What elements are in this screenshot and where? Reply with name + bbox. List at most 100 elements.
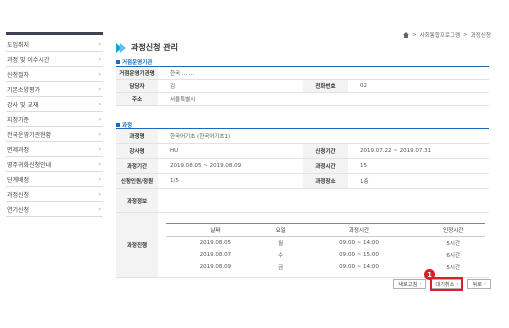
- sidebar-item-level[interactable]: 단계배정 ›: [6, 172, 103, 187]
- sidebar-item-postpone[interactable]: 연기신청 ›: [6, 202, 103, 217]
- field-value: 02: [360, 83, 367, 89]
- cell-time: 09:00 ~ 14:00: [339, 263, 379, 270]
- chevron-right-icon: ›: [98, 40, 101, 48]
- table-row: 담당자 김 전화번호 02: [116, 80, 489, 93]
- field-value: 1층: [360, 179, 369, 185]
- sidebar-item-label: 영주귀화신청안내: [7, 161, 52, 169]
- back-button[interactable]: 뒤로 ›: [467, 279, 491, 289]
- table-row: 2019.08.09 금 09:00 ~ 14:00 5시간: [166, 261, 485, 273]
- column-header-date: 날짜: [166, 223, 265, 237]
- table-header-row: 날짜 요일 과정시간 인정시간: [166, 223, 485, 237]
- column-header-day: 요일: [264, 223, 297, 237]
- cell-time: 09:00 ~ 14:00: [339, 239, 379, 246]
- refresh-button[interactable]: 새로고침 ›: [393, 279, 427, 289]
- chevron-right-icon: ›: [419, 281, 422, 287]
- double-arrow-icon: [116, 42, 126, 53]
- sidebar-item-label: 전국운영기관현황: [7, 131, 52, 139]
- section-heading-text: 거점운영기관: [122, 60, 153, 66]
- chevron-right-icon: ›: [98, 130, 101, 138]
- field-value: 2019.08.05 ~ 2019.08.09: [170, 163, 242, 169]
- back-button-label: 뒤로: [472, 281, 482, 288]
- sidebar-item-label: 과정 및 이수시간: [7, 56, 50, 64]
- field-label: 과정장소: [303, 174, 348, 188]
- field-label: 신청기간: [303, 144, 348, 158]
- sidebar-item-criteria[interactable]: 지정기준 ›: [6, 112, 103, 127]
- cell-hours: 6시간: [446, 252, 461, 259]
- course-info-table: 과정명 한국어기초 (한국어기초1) 강사명 HU 신청기간 2019.07.2…: [116, 128, 489, 278]
- bullet-square-icon: [116, 60, 120, 64]
- chevron-right-icon: ›: [98, 85, 101, 93]
- sidebar-item-procedure[interactable]: 신청절차 ›: [6, 67, 103, 82]
- table-row: 거점운영기관명 한국 ... ...: [116, 67, 489, 80]
- field-value: 2019.07.22 ~ 2019.07.31: [360, 148, 432, 154]
- field-value: HU: [170, 148, 179, 154]
- page-title: 과정신청 관리: [116, 42, 178, 53]
- field-label: 전화번호: [303, 80, 348, 92]
- schedule-table-wrapper: 날짜 요일 과정시간 인정시간 2019.08.05 월 09:00 ~ 14:…: [158, 213, 489, 277]
- section-heading-agency: 거점운영기관: [116, 58, 152, 66]
- sidebar-item-label: 신청절차: [7, 71, 30, 79]
- breadcrumb-separator: >: [463, 32, 468, 38]
- field-label: 과정진행: [116, 213, 158, 277]
- field-label: 담당자: [116, 80, 158, 92]
- cell-date: 2019.08.07: [199, 251, 232, 258]
- cell-date: 2019.08.05: [199, 239, 232, 246]
- chevron-right-icon: ›: [484, 281, 486, 287]
- column-header-hours: 인정시간: [421, 223, 485, 237]
- chevron-right-icon: ›: [98, 160, 101, 168]
- table-row: 2019.08.05 월 09:00 ~ 14:00 5시간: [166, 237, 485, 249]
- field-value: [158, 189, 170, 212]
- refresh-button-label: 새로고침: [398, 281, 418, 288]
- sidebar-item-label: 지정기준: [7, 116, 30, 124]
- sidebar-item-label: 단계배정: [7, 176, 30, 184]
- schedule-table: 날짜 요일 과정시간 인정시간 2019.08.05 월 09:00 ~ 14:…: [166, 223, 485, 273]
- table-row: 강사명 HU 신청기간 2019.07.22 ~ 2019.07.31: [116, 144, 489, 159]
- field-value: 김: [170, 84, 176, 90]
- field-label: 과정정보: [116, 189, 158, 212]
- chevron-right-icon: ›: [98, 205, 101, 213]
- step-number-badge: 1: [424, 269, 435, 280]
- cell-day: 월: [278, 240, 284, 247]
- table-row: 과정명 한국어기초 (한국어기초1): [116, 129, 489, 144]
- sidebar-item-assessment[interactable]: 기본소양평가 ›: [6, 82, 103, 97]
- sidebar-top-bar: [6, 32, 103, 35]
- chevron-right-icon: ›: [98, 100, 101, 108]
- cell-time: 09:00 ~ 15:00: [339, 251, 379, 258]
- cell-date: 2019.08.09: [199, 263, 232, 270]
- sidebar-menu: 도입취지 › 과정 및 이수시간 › 신청절차 › 기본소양평가 › 강사 및 교재 › …: [6, 32, 103, 217]
- breadcrumb-item[interactable]: 과정신청: [471, 31, 491, 39]
- field-label: 강사명: [116, 144, 158, 158]
- sidebar-item-label: 연기신청: [7, 206, 30, 214]
- field-value: 1/5: [170, 178, 179, 184]
- chevron-right-icon: ›: [98, 145, 101, 153]
- field-label: 과정시간: [303, 159, 348, 173]
- sidebar-item-label: 강사 및 교재: [7, 101, 39, 109]
- field-value: 한국어기초 (한국어기초1): [170, 134, 231, 140]
- field-value: 15: [360, 163, 367, 169]
- sidebar-item-courses[interactable]: 과정 및 이수시간 ›: [6, 52, 103, 67]
- cell-day: 금: [278, 264, 284, 271]
- sidebar-item-label: 면제과정: [7, 146, 30, 154]
- sidebar-item-exemption[interactable]: 면제과정 ›: [6, 142, 103, 157]
- schedule-block: 과정진행 날짜 요일 과정시간 인정시간 2019.08.05 월 09:00 …: [116, 213, 489, 278]
- breadcrumb-separator: >: [412, 32, 417, 38]
- page-title-text: 과정신청 관리: [131, 43, 178, 52]
- sidebar-item-naturalization[interactable]: 영주귀화신청안내 ›: [6, 157, 103, 172]
- sidebar-item-label: 도입취지: [7, 41, 30, 49]
- field-label: 신청인원/정원: [116, 174, 158, 188]
- home-icon[interactable]: [403, 32, 410, 38]
- field-label: 과정기간: [116, 159, 158, 173]
- cell-hours: 5시간: [446, 240, 461, 247]
- chevron-right-icon: ›: [98, 175, 101, 183]
- sidebar-item-intro[interactable]: 도입취지 ›: [6, 37, 103, 52]
- chevron-right-icon: ›: [98, 115, 101, 123]
- field-label: 과정명: [116, 129, 158, 143]
- sidebar-item-course-apply[interactable]: 과정신청 ›: [6, 187, 103, 202]
- sidebar-item-label: 과정신청: [7, 191, 30, 199]
- agency-info-table: 거점운영기관명 한국 ... ... 담당자 김 전화번호 02 주소 서울특별…: [116, 66, 489, 106]
- sidebar-item-instructors[interactable]: 강사 및 교재 ›: [6, 97, 103, 112]
- sidebar-item-agencies[interactable]: 전국운영기관현황 ›: [6, 127, 103, 142]
- table-row: 과정정보: [116, 189, 489, 213]
- chevron-right-icon: ›: [98, 55, 101, 63]
- breadcrumb-item[interactable]: 사회통합프로그램: [420, 31, 460, 39]
